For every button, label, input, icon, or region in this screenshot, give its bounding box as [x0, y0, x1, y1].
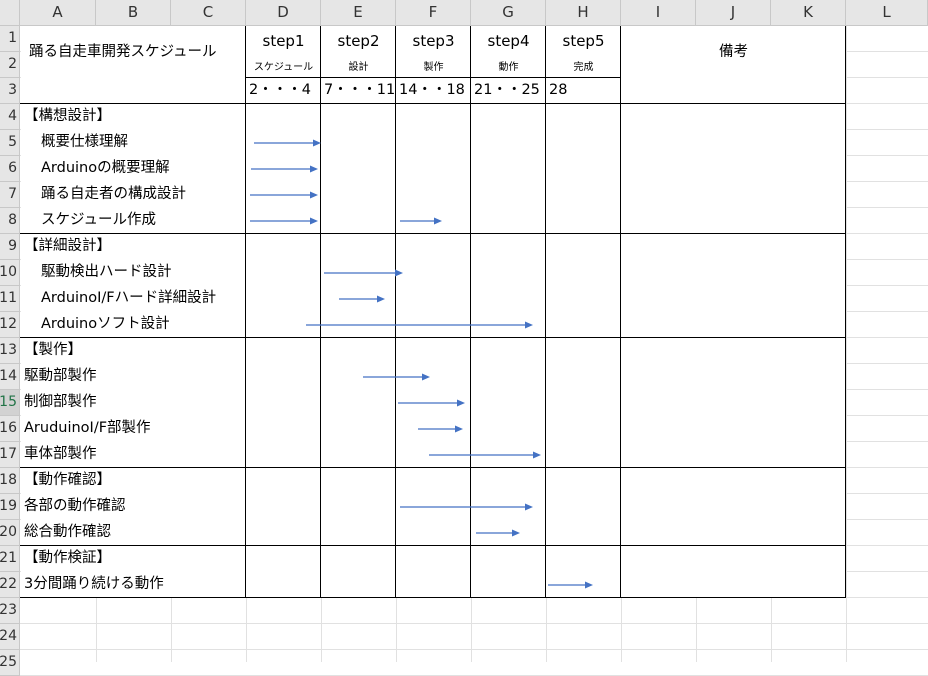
- schedule-arrow[interactable]: [476, 529, 520, 537]
- schedule-arrow[interactable]: [251, 165, 318, 173]
- schedule-arrow[interactable]: [398, 399, 465, 407]
- schedule-arrow[interactable]: [339, 295, 385, 303]
- schedule-arrow[interactable]: [254, 139, 321, 147]
- schedule-arrow[interactable]: [363, 373, 430, 381]
- schedule-arrow[interactable]: [306, 321, 533, 329]
- schedule-arrow[interactable]: [324, 269, 403, 277]
- schedule-arrow[interactable]: [548, 581, 593, 589]
- schedule-arrow[interactable]: [400, 217, 442, 225]
- schedule-arrow[interactable]: [400, 503, 533, 511]
- schedule-arrow[interactable]: [250, 217, 318, 225]
- schedule-arrow[interactable]: [250, 191, 318, 199]
- schedule-arrow[interactable]: [418, 425, 463, 433]
- schedule-arrow[interactable]: [429, 451, 541, 459]
- gantt-arrows: [250, 139, 593, 589]
